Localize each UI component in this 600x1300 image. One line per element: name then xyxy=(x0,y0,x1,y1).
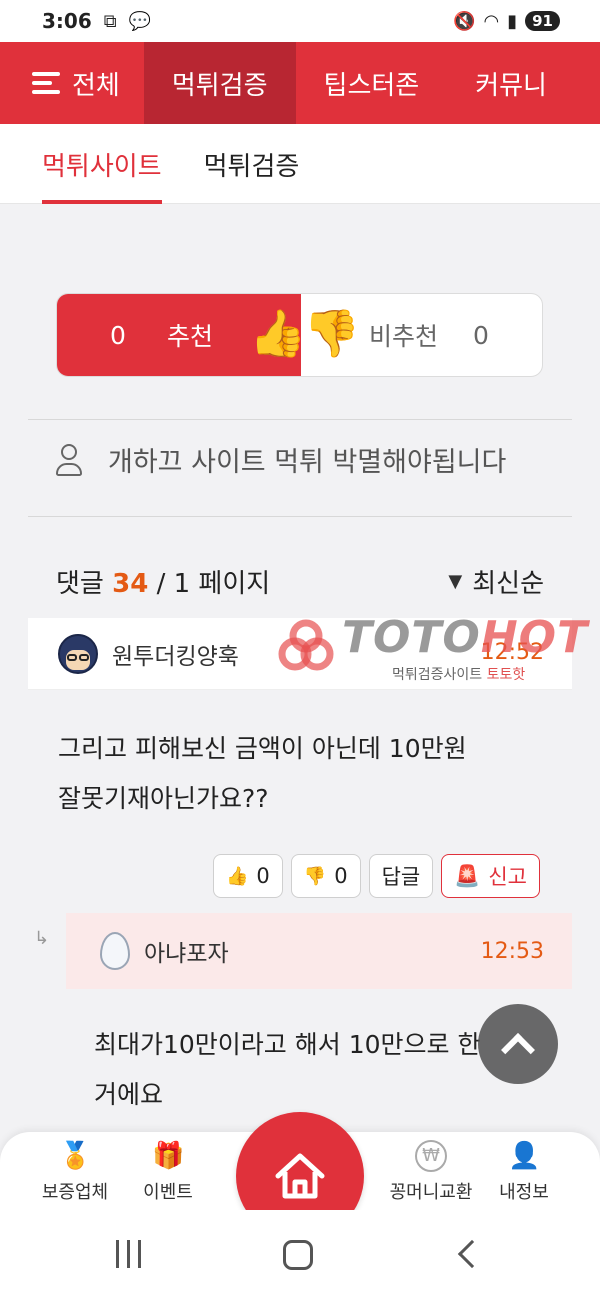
home-icon xyxy=(275,1153,325,1199)
comment-text-line: 잘못기재아닌가요?? xyxy=(58,784,269,813)
comments-label: 댓글 xyxy=(56,569,104,599)
signal-icon: ▮ xyxy=(507,10,518,32)
tab-scam-sites[interactable]: 먹튀사이트 xyxy=(42,124,162,204)
report-button[interactable]: 🚨 신고 xyxy=(441,854,540,898)
sort-dropdown[interactable]: ▼ 최신순 xyxy=(448,563,544,600)
recommend-button[interactable]: 0 추천 👍 xyxy=(57,294,306,376)
watermark-logo-icon xyxy=(278,619,334,671)
watermark-brand: TOTOHOT xyxy=(342,612,589,663)
post-author-row: 개하끄 사이트 먹튀 박멸해야됩니다 xyxy=(56,440,506,479)
reply-button[interactable]: 답글 xyxy=(368,854,434,898)
reply-arrow-icon: ↳ xyxy=(34,928,50,949)
not-recommend-count: 0 xyxy=(473,320,489,350)
avatar xyxy=(58,633,98,674)
chat-icon: 💬 xyxy=(128,10,152,32)
mute-icon: 🔇 xyxy=(453,10,476,32)
sort-label: 최신순 xyxy=(472,569,544,599)
bottom-nav-label: 보증업체 xyxy=(41,1182,109,1203)
status-right: 🔇 ◠ ▮ 91 xyxy=(453,11,560,32)
nav-item-verification[interactable]: 먹튀검증 xyxy=(143,42,296,124)
thumbs-down-icon: 👎 xyxy=(303,865,327,887)
watermark: TOTOHOT 먹튀검증사이트 토토핫 xyxy=(272,610,600,690)
bottom-nav-event[interactable]: 🎁 이벤트 xyxy=(118,1140,218,1204)
hamburger-icon xyxy=(32,72,60,94)
scroll-to-top-button[interactable] xyxy=(478,1004,558,1084)
report-label: 신고 xyxy=(488,865,527,889)
watermark-subtitle: 먹튀검증사이트 토토핫 xyxy=(392,667,526,683)
comment-item: 원투더킹양훅 12:52 TOTOHOT 먹튀검증사이트 토토핫 그리고 피해보… xyxy=(28,612,587,898)
status-bar: 3:06 ⧉ 💬 🔇 ◠ ▮ 91 xyxy=(0,0,600,42)
reply-time: 12:53 xyxy=(480,938,544,964)
egg-avatar-icon xyxy=(100,932,130,970)
comments-count: 34 xyxy=(112,569,149,599)
bottom-nav-coin-exchange[interactable]: ₩ 꽁머니교환 xyxy=(381,1140,481,1204)
comment-author[interactable]: 원투더킹양훅 xyxy=(112,637,239,671)
thumbs-down-icon: 👎 xyxy=(303,306,361,360)
thumbs-up-icon: 👍 xyxy=(225,865,249,887)
user-icon xyxy=(56,443,82,476)
bottom-nav-my-info[interactable]: 👤 내정보 xyxy=(474,1140,574,1204)
comment-body: 그리고 피해보신 금액이 아닌데 10만원 잘못기재아닌가요?? xyxy=(28,690,572,824)
recommend-count: 0 xyxy=(110,320,126,350)
not-recommend-label: 비추천 xyxy=(369,322,439,351)
reply-body: 최대가10만이라고 해서 10만으로 한 거에요 xyxy=(94,1020,524,1120)
reply-header: 아냐포자 12:53 xyxy=(66,913,572,989)
comment-time: 12:52 xyxy=(480,640,544,665)
nav-item-tipster[interactable]: 팁스터존 xyxy=(296,42,448,124)
divider xyxy=(28,419,572,420)
nav-item-community[interactable]: 커뮤니 xyxy=(447,42,575,124)
reply-author[interactable]: 아냐포자 xyxy=(144,934,229,968)
recent-apps-button[interactable] xyxy=(116,1240,141,1268)
clock: 3:06 xyxy=(42,9,92,33)
comment-text-line: 그리고 피해보신 금액이 아닌데 10만원 xyxy=(58,734,467,763)
user-icon: 👤 xyxy=(508,1141,541,1171)
divider xyxy=(28,516,572,517)
comments-header: 댓글 34 / 1 페이지 ▼ 최신순 xyxy=(56,563,544,600)
menu-button[interactable]: 전체 xyxy=(0,42,144,124)
system-home-button[interactable] xyxy=(283,1240,313,1270)
like-button[interactable]: 👍 0 xyxy=(212,854,283,898)
caret-down-icon: ▼ xyxy=(448,571,463,592)
bottom-nav-guarantee[interactable]: 🏅 보증업체 xyxy=(25,1140,125,1204)
screenshot-icon: ⧉ xyxy=(103,10,117,32)
wifi-icon: ◠ xyxy=(483,10,500,32)
chevron-up-icon xyxy=(501,1033,535,1067)
back-button[interactable] xyxy=(457,1239,487,1269)
menu-label: 전체 xyxy=(72,70,120,101)
like-count: 0 xyxy=(256,864,270,888)
comments-page: / 1 페이지 xyxy=(156,569,271,599)
system-nav-bar xyxy=(0,1210,600,1300)
tab-verification[interactable]: 먹튀검증 xyxy=(204,124,300,204)
gift-icon: 🎁 xyxy=(152,1141,185,1171)
siren-icon: 🚨 xyxy=(454,863,481,888)
vote-box: 0 추천 👍 👎 비추천 0 xyxy=(56,293,543,377)
comment-header: 원투더킹양훅 12:52 TOTOHOT 먹튀검증사이트 토토핫 xyxy=(28,612,587,690)
recommend-label: 추천 xyxy=(167,322,214,351)
dislike-button[interactable]: 👎 0 xyxy=(290,854,361,898)
not-recommend-button[interactable]: 👎 비추천 0 xyxy=(301,294,542,376)
status-left: 3:06 ⧉ 💬 xyxy=(42,9,151,33)
comment-actions: 👍 0 👎 0 답글 🚨 신고 xyxy=(212,854,540,898)
thumbs-up-icon: 👍 xyxy=(249,306,307,360)
comments-count-line: 댓글 34 / 1 페이지 xyxy=(56,563,270,600)
top-nav: 전체 먹튀검증 팁스터존 커뮤니 xyxy=(0,42,600,124)
bottom-nav-label: 내정보 xyxy=(499,1182,549,1203)
post-author-text: 개하끄 사이트 먹튀 박멸해야됩니다 xyxy=(108,447,507,478)
reply-text-line: 최대가10만이라고 해서 10만으로 한 xyxy=(94,1030,481,1059)
bottom-nav-label: 이벤트 xyxy=(143,1182,193,1203)
battery-indicator: 91 xyxy=(525,11,560,31)
medal-icon: 🏅 xyxy=(59,1141,92,1171)
dislike-count: 0 xyxy=(334,864,348,888)
sub-tabs: 먹튀사이트 먹튀검증 xyxy=(0,124,600,204)
won-coin-icon: ₩ xyxy=(415,1140,447,1172)
bottom-nav-label: 꽁머니교환 xyxy=(389,1182,473,1203)
